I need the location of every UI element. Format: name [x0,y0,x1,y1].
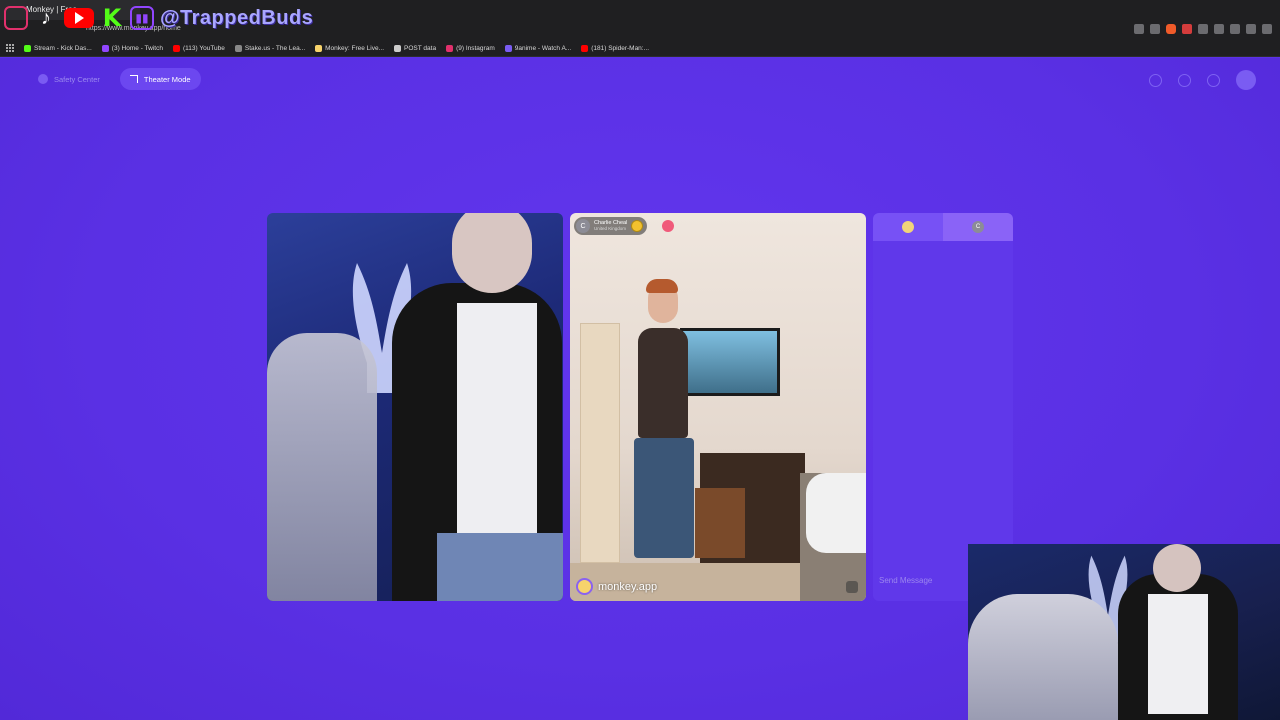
tiktok-icon: ♪ [41,6,51,29]
report-icon[interactable] [846,581,858,593]
profile-icon[interactable] [1246,24,1256,34]
bookmark-stake[interactable]: Stake.us - The Lea... [234,44,306,52]
monkey-watermark: monkey.app [576,578,657,595]
app-top-right-icons [1149,70,1256,90]
remote-avatar-icon: C [972,221,984,233]
bookmark-spiderman[interactable]: (181) Spider-Man:... [581,44,650,52]
room-tv [680,328,780,396]
bookmark-label: POST data [404,44,437,52]
bookmark-label: (9) Instagram [456,44,495,52]
globe-favicon-icon [394,44,402,52]
safety-center-button[interactable]: Safety Center [28,68,110,90]
chat-bubble-icon[interactable] [1207,73,1220,87]
watermark-text: monkey.app [598,580,658,593]
bookmark-label: Stake.us - The Lea... [244,44,306,52]
coin-icon[interactable] [1149,73,1162,87]
shield-icon [38,74,48,84]
chat-tabs: C [873,213,1013,241]
brave-shield-icon[interactable] [1166,24,1176,34]
youtube-icon [64,8,94,28]
remote-user-info: Charlie Cheal United Kingdom [594,220,627,232]
webcam-person-shirt [1148,594,1208,714]
streamer-social-overlay: ♪ K ▮▮ @TrappedBuds [0,0,313,36]
streamer-handle: @TrappedBuds [160,6,314,29]
remote-user-tag[interactable]: C Charlie Cheal United Kingdom [574,217,648,235]
youtube-favicon-icon [581,44,589,52]
bookmark-label: Monkey: Free Live... [325,44,385,52]
remote-user-location: United Kingdom [594,226,627,231]
sidebar-icon[interactable] [1214,24,1224,34]
local-video [267,213,563,601]
room-door [580,323,620,563]
extension-icon[interactable] [1198,24,1208,34]
dancer-legs [634,438,694,558]
bookmark-label: Stream - Kick Das... [34,44,92,52]
youtube-favicon-icon [172,44,180,52]
remote-video: C Charlie Cheal United Kingdom monkey.ap… [570,213,866,601]
instagram-favicon-icon [446,44,454,52]
bookmark-post-data[interactable]: POST data [394,44,437,52]
twitch-favicon-icon [101,44,109,52]
dancer-hair [646,279,678,293]
chat-tab-self[interactable] [873,213,943,241]
bookmark-kick[interactable]: Stream - Kick Das... [24,44,92,52]
twitch-icon: ▮▮ [130,6,154,30]
streamer-webcam [968,544,1280,720]
kick-icon: K [102,4,122,32]
kick-favicon-icon [24,44,31,52]
bookmarks-bar: Stream - Kick Das... (3) Home - Twitch (… [0,40,1280,57]
share-icon[interactable] [1150,24,1160,34]
bookmark-label: (113) YouTube [182,44,225,52]
remote-user-avatar: C [576,219,590,233]
apps-grid-icon[interactable] [6,44,14,52]
dancer-shirt [638,328,688,438]
webcam-blurred-person [968,594,1118,720]
chat-panel: C Send Message [873,213,1013,601]
brave-rewards-icon[interactable] [1182,24,1192,34]
wallet-icon[interactable] [1230,24,1240,34]
person-jeans [437,533,563,601]
bookmark-label: (3) Home - Twitch [111,44,163,52]
heart-icon[interactable] [631,220,644,232]
9anime-favicon-icon [504,44,512,52]
instagram-icon [4,6,28,30]
chat-tab-remote[interactable]: C [943,213,1013,241]
app-top-nav: Safety Center Theater Mode [28,68,201,90]
bookmark-youtube[interactable]: (113) YouTube [172,44,225,52]
theater-mode-button[interactable]: Theater Mode [119,68,201,90]
webcam-person-face [1153,544,1201,592]
bookmark-9anime[interactable]: 9anime - Watch A... [504,44,572,52]
bookmark-label: 9anime - Watch A... [514,44,572,52]
bookmark-instagram[interactable]: (9) Instagram [446,44,495,52]
expand-icon [129,75,138,83]
menu-icon[interactable] [1262,24,1272,34]
blurred-person [267,333,377,601]
theater-mode-label: Theater Mode [143,74,191,84]
stake-favicon-icon [234,44,242,52]
safety-center-label: Safety Center [54,74,100,84]
person-shirt [457,303,537,543]
bookmark-twitch[interactable]: (3) Home - Twitch [101,44,163,52]
send-message-input[interactable]: Send Message [879,576,932,585]
monkey-favicon-icon [315,44,323,52]
user-avatar[interactable] [1236,70,1256,90]
cast-icon[interactable] [1134,24,1144,34]
monkey-logo-icon [576,578,593,595]
bookmark-label: (181) Spider-Man:... [591,44,650,52]
monkey-avatar-icon [902,221,914,233]
browser-toolbar-icons [1134,24,1272,36]
room-dresser [695,488,745,558]
bookmark-monkey[interactable]: Monkey: Free Live... [315,44,385,52]
person-face [452,213,532,293]
history-icon[interactable] [1178,73,1191,87]
add-friend-icon[interactable] [662,220,674,232]
room-blanket [806,473,866,553]
